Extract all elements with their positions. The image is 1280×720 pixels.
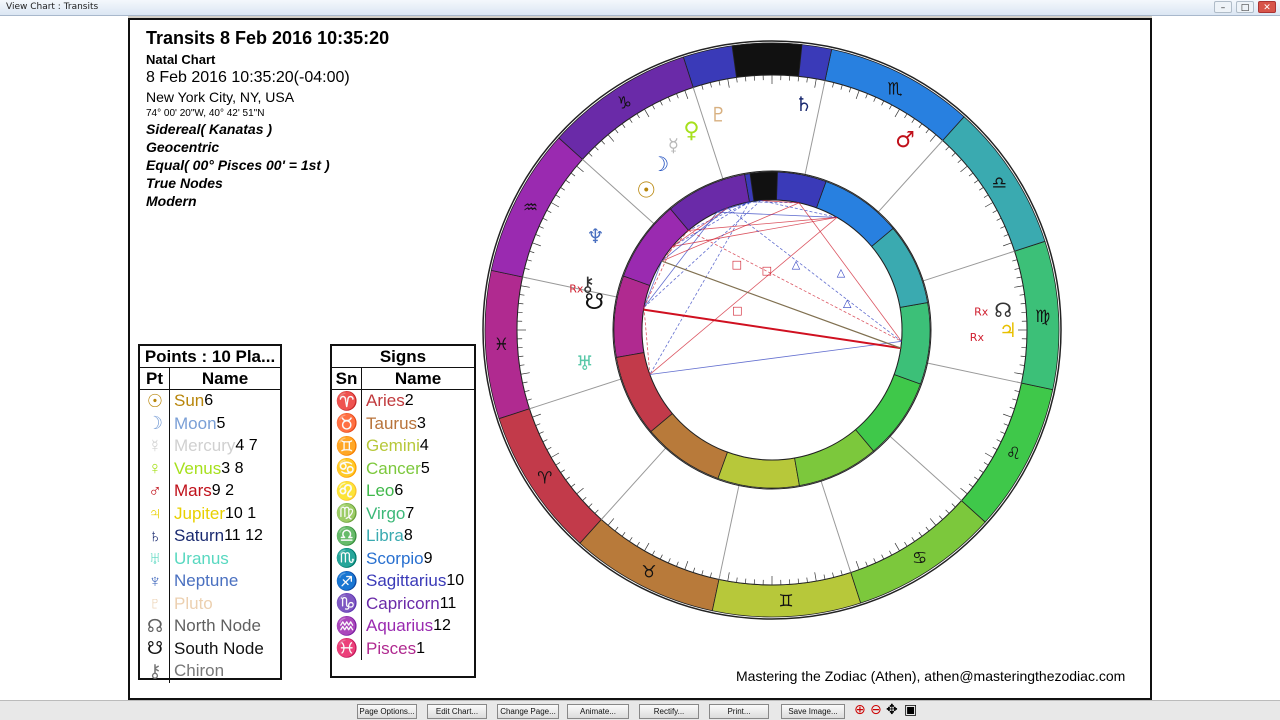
aspect-glyph: △ (792, 258, 801, 271)
retrograde-label: Rx (569, 282, 584, 295)
transit-planet-glyph: ♀ (683, 119, 699, 144)
retrograde-label: Rx (970, 331, 985, 344)
move-icon[interactable]: ✥ (886, 703, 898, 718)
aspect-glyph: □ (762, 264, 772, 277)
outer-sign-glyph: ♉ (641, 562, 656, 582)
chart-page: Transits 8 Feb 2016 10:35:20 Natal Chart… (128, 18, 1152, 700)
midheaven-band (731, 42, 803, 78)
page-options-button[interactable]: Page Options... (357, 704, 417, 719)
transit-planet-glyph: ♆ (586, 224, 604, 248)
outer-sign-glyph: ♎ (992, 173, 1007, 193)
right-margin (1152, 16, 1280, 700)
maximize-icon[interactable]: □ (1236, 1, 1254, 13)
outer-sign-glyph: ♓ (494, 335, 509, 355)
print-button[interactable]: Print... (709, 704, 769, 719)
inner-midheaven-band (749, 171, 778, 202)
transit-planet-glyph: ☿ (668, 136, 679, 157)
transit-planet-glyph: ♂ (895, 128, 915, 153)
aspect-glyph: △ (837, 266, 846, 279)
bottom-toolbar: Page Options... Edit Chart... Change Page.… (0, 700, 1280, 720)
transit-planet-glyph: ♃ (999, 318, 1017, 342)
transit-planet-glyph: ♇ (709, 103, 727, 127)
outer-sign-glyph: ♌ (1006, 444, 1021, 464)
close-icon[interactable]: ✕ (1258, 1, 1276, 13)
rectify-button[interactable]: Rectify... (639, 704, 699, 719)
transit-planet-glyph: ☉ (636, 178, 656, 203)
aspect-glyph: □ (732, 304, 742, 317)
transit-planet-glyph: ☋ (584, 290, 604, 315)
outer-sign-glyph: ♈ (537, 469, 552, 489)
transit-planet-glyph: ♄ (795, 92, 813, 116)
outer-sign-glyph: ♒ (523, 198, 538, 218)
chart-wheel[interactable]: ♓♈♉♊♋♌♍♎♏♐♑♒□□□△△△♀♇☿♄♂☽☉♆⚷☋♅☊♃RxRxRx (130, 20, 1150, 698)
outer-sign-glyph: ♊ (779, 592, 794, 612)
zoom-out-icon[interactable]: ⊖ (870, 703, 882, 718)
outer-sign-glyph: ♑ (617, 94, 632, 114)
minimize-icon[interactable]: – (1214, 1, 1232, 13)
change-page-button[interactable]: Change Page... (497, 704, 559, 719)
transit-planet-glyph: ☽ (651, 152, 669, 176)
window-titlebar: View Chart : Transits – □ ✕ (0, 0, 1280, 16)
aspect-glyph: △ (843, 297, 852, 310)
outer-sign-glyph: ♋ (912, 548, 927, 568)
credit-text: Mastering the Zodiac (Athen), athen@mast… (736, 668, 1126, 684)
transit-planet-glyph: ♅ (576, 351, 594, 375)
save-image-button[interactable]: Save Image... (781, 704, 845, 719)
aspect-glyph: □ (732, 258, 742, 271)
zoom-in-icon[interactable]: ⊕ (854, 703, 866, 718)
fit-window-icon[interactable]: ▣ (904, 703, 917, 718)
window-title: View Chart : Transits (6, 2, 99, 12)
retrograde-label: Rx (974, 306, 989, 319)
outer-sign-glyph: ♍ (1035, 307, 1050, 327)
edit-chart-button[interactable]: Edit Chart... (427, 704, 487, 719)
outer-sign-glyph: ♏ (887, 80, 902, 100)
animate-button[interactable]: Animate... (567, 704, 629, 719)
left-margin (0, 16, 128, 700)
